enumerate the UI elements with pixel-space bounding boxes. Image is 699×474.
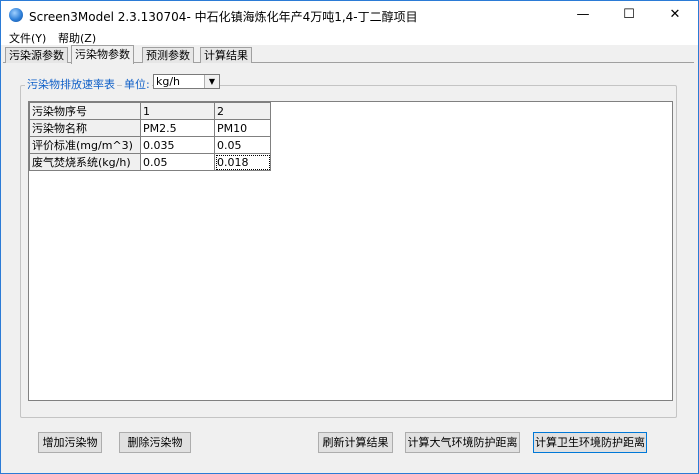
table-cell: 1 [140, 102, 215, 120]
table-cell-selected[interactable]: 0.018 [214, 153, 271, 171]
unit-select[interactable]: kg/h ▼ [153, 74, 220, 89]
table-row: 污染物序号 1 2 [29, 102, 271, 120]
table-cell: 2 [214, 102, 271, 120]
window-title: Screen3Model 2.3.130704- 中石化镇海炼化年产4万吨1,4… [29, 10, 418, 24]
unit-select-value: kg/h [156, 75, 181, 88]
table-cell[interactable]: 0.035 [140, 136, 215, 154]
tab-prediction-params[interactable]: 预测参数 [142, 47, 194, 63]
table-cell[interactable]: 0.05 [140, 153, 215, 171]
tab-pollutant-params[interactable]: 污染物参数 [71, 45, 134, 64]
menu-help[interactable]: 帮助(Z) [58, 30, 96, 46]
app-window: Screen3Model 2.3.130704- 中石化镇海炼化年产4万吨1,4… [0, 0, 699, 474]
group-title: 污染物排放速率表 [25, 76, 117, 92]
pollutant-table: 污染物序号 1 2 污染物名称 PM2.5 PM10 评价标准(mg/m^3) … [29, 102, 271, 171]
minimize-button[interactable]: — [560, 1, 606, 29]
delete-pollutant-button[interactable]: 删除污染物 [119, 432, 191, 453]
title-bar: Screen3Model 2.3.130704- 中石化镇海炼化年产4万吨1,4… [1, 1, 698, 29]
row-header: 评价标准(mg/m^3) [29, 136, 141, 154]
table-cell[interactable]: PM10 [214, 119, 271, 137]
table-row: 污染物名称 PM2.5 PM10 [29, 119, 271, 137]
close-button[interactable]: ✕ [652, 1, 698, 29]
menu-file[interactable]: 文件(Y) [9, 30, 46, 46]
row-header: 污染物序号 [29, 102, 141, 120]
menu-bar: 文件(Y) 帮助(Z) [1, 29, 698, 45]
table-row: 废气焚烧系统(kg/h) 0.05 0.018 [29, 153, 271, 171]
tab-source-params[interactable]: 污染源参数 [5, 47, 68, 63]
maximize-button[interactable]: ☐ [606, 1, 652, 29]
grid-edge [670, 102, 672, 400]
calc-health-distance-button[interactable]: 计算卫生环境防护距离 [533, 432, 647, 453]
refresh-results-button[interactable]: 刷新计算结果 [318, 432, 393, 453]
table-cell[interactable]: 0.05 [214, 136, 271, 154]
tab-results[interactable]: 计算结果 [200, 47, 252, 63]
calc-atmospheric-distance-button[interactable]: 计算大气环境防护距离 [405, 432, 520, 453]
row-header: 污染物名称 [29, 119, 141, 137]
add-pollutant-button[interactable]: 增加污染物 [38, 432, 102, 453]
row-header: 废气焚烧系统(kg/h) [29, 153, 141, 171]
pollutant-grid[interactable]: 污染物序号 1 2 污染物名称 PM2.5 PM10 评价标准(mg/m^3) … [28, 101, 673, 401]
table-cell[interactable]: PM2.5 [140, 119, 215, 137]
unit-label: 单位: [122, 76, 152, 92]
app-globe-icon [9, 8, 23, 22]
chevron-down-icon[interactable]: ▼ [204, 75, 219, 88]
table-row: 评价标准(mg/m^3) 0.035 0.05 [29, 136, 271, 154]
